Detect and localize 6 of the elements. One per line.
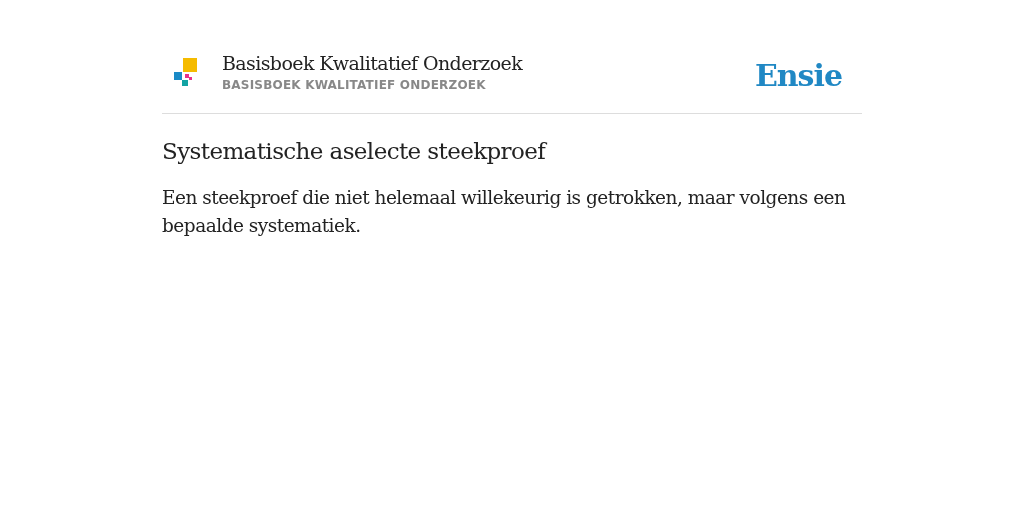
brand-logo[interactable]: Ensie: [754, 58, 842, 93]
book-title: Basisboek Kwalitatief Onderzoek: [222, 51, 524, 74]
entry-definition: Een steekproef die niet helemaal willekeurig is getrokken, maar volgens een bepaalde systematiek.: [162, 186, 847, 238]
book-subtitle: BASISBOEK KWALITATIEF ONDERZOEK: [222, 77, 487, 92]
entry-term: Systematische aselecte steekproef: [162, 138, 548, 164]
book-logo-icon: [174, 57, 198, 88]
